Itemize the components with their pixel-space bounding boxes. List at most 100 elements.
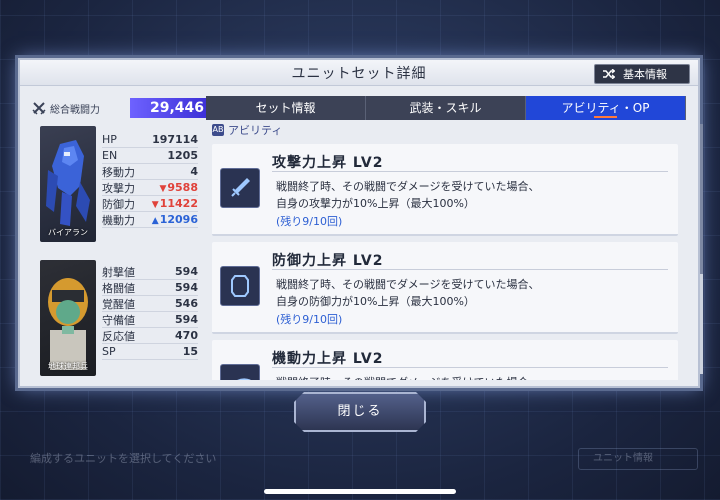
ability-description: 戦闘終了時、その戦闘でダメージを受けていた場合、	[276, 278, 540, 291]
pilot-stats: 射撃値 594 格闘値 594 覚醒値 546 守備値 594 反応値 470 SP 15	[102, 264, 198, 360]
ability-card[interactable]: 攻撃力上昇 LV2 戦闘終了時、その戦闘でダメージを受けていた場合、 自身の攻撃力が…	[212, 144, 678, 236]
unit-stat-label: EN	[102, 149, 118, 162]
ability-list[interactable]: AB アビリティ 攻撃力上昇 LV2 戦闘終了時、その戦闘でダメージを受けていた場…	[212, 122, 688, 380]
mobility-icon	[220, 364, 260, 380]
pilot-stat-number: 546	[175, 297, 198, 310]
ability-remaining-uses: (残り9/10回)	[276, 215, 343, 228]
pilot-stat-number: 594	[175, 265, 198, 278]
pilot-stat-label: SP	[102, 345, 116, 358]
unit-stat-number: 197114	[152, 133, 198, 146]
tab-2[interactable]: アビリティ・OP	[526, 96, 686, 120]
pilot-stat-row: 覚醒値 546	[102, 296, 198, 312]
unit-stat-row: 攻撃力 ▼9588	[102, 180, 198, 196]
total-power-label: 総合戦闘力	[50, 104, 100, 116]
unit-stats: HP 197114 EN 1205 移動力 4 攻撃力 ▼9588 防御力 ▼11422 機動力 ▲1…	[102, 132, 198, 228]
pilot-stat-value: 594	[175, 265, 198, 278]
sword-icon	[220, 168, 260, 208]
pilot-stat-value: 594	[175, 281, 198, 294]
background-hint: 編成するユニットを選択してください	[30, 452, 217, 465]
unit-stat-row: HP 197114	[102, 132, 198, 148]
tab-1[interactable]: 武装・スキル	[366, 96, 526, 120]
ability-remaining-uses: (残り9/10回)	[276, 313, 343, 326]
pilot-stat-label: 格闘値	[102, 281, 135, 295]
scroll-thumb[interactable]	[700, 124, 703, 274]
pilot-stat-value: 15	[183, 345, 198, 358]
unit-stat-row: EN 1205	[102, 148, 198, 164]
ability-description: 自身の防御力が10%上昇（最大100%）	[276, 295, 475, 308]
ability-description: 自身の攻撃力が10%上昇（最大100%）	[276, 197, 475, 210]
unit-stat-number: 11422	[159, 197, 198, 210]
unit-stat-label: 移動力	[102, 165, 135, 179]
unit-stat-label: 攻撃力	[102, 181, 135, 195]
pilot-stat-number: 15	[182, 345, 198, 358]
ability-description: 戦闘終了時、その戦闘でダメージを受けていた場合、	[276, 374, 539, 380]
unit-stat-value: 1205	[167, 149, 198, 162]
ability-section-header: AB アビリティ	[212, 122, 688, 138]
unit-stat-row: 防御力 ▼11422	[102, 196, 198, 212]
pilot-name: 地球連邦兵	[48, 362, 88, 371]
tab-0[interactable]: セット情報	[206, 96, 366, 120]
pilot-stat-row: 格闘値 594	[102, 280, 198, 296]
unit-stat-number: 12096	[159, 213, 198, 226]
pilot-stat-label: 覚醒値	[102, 297, 135, 311]
ability-card[interactable]: 機動力上昇 LV2 戦闘終了時、その戦闘でダメージを受けていた場合、	[212, 340, 678, 380]
pilot-stat-value: 594	[175, 313, 198, 326]
crossed-swords-icon	[32, 102, 46, 115]
unit-stat-value: ▲12096	[152, 213, 198, 226]
divider	[272, 367, 668, 368]
ability-section-icon: AB	[212, 124, 224, 136]
ability-card[interactable]: 防御力上昇 LV2 戦闘終了時、その戦闘でダメージを受けていた場合、 自身の防御力が…	[212, 242, 678, 334]
unit-stat-value: 197114	[152, 133, 198, 146]
unit-stat-label: 防御力	[102, 197, 135, 211]
ability-name: 機動力上昇 LV2	[272, 351, 384, 367]
basic-info-label: 基本情報	[623, 67, 667, 81]
divider	[272, 269, 668, 270]
ability-description: 戦闘終了時、その戦闘でダメージを受けていた場合、	[276, 180, 540, 193]
home-indicator[interactable]	[264, 489, 456, 494]
pilot-stat-row: 守備値 594	[102, 312, 198, 328]
unit-stat-value: 4	[190, 165, 198, 178]
shuffle-icon	[603, 69, 615, 79]
unit-stat-number: 1205	[167, 149, 198, 162]
pilot-stat-row: 反応値 470	[102, 328, 198, 344]
close-button[interactable]: 閉じる	[294, 392, 426, 432]
arrow-down-icon: ▼	[151, 200, 159, 210]
pilot-stat-number: 470	[175, 329, 198, 342]
unit-portrait[interactable]: バイアラン	[40, 126, 96, 242]
pilot-portrait[interactable]: 地球連邦兵	[40, 260, 96, 376]
pilot-stat-number: 594	[175, 281, 198, 294]
pilot-stat-label: 射撃値	[102, 265, 135, 279]
ability-section-label: アビリティ	[228, 124, 283, 137]
unit-stat-number: 9588	[167, 181, 198, 194]
pilot-stat-number: 594	[175, 313, 198, 326]
unit-stat-value: ▼9588	[159, 181, 198, 194]
shield-icon	[220, 266, 260, 306]
unit-stat-label: 機動力	[102, 213, 135, 227]
pilot-stat-row: SP 15	[102, 344, 198, 360]
total-power-value: 29,446	[130, 98, 208, 118]
modal-header: ユニットセット詳細 基本情報	[20, 60, 698, 86]
divider	[272, 171, 668, 172]
ability-name: 攻撃力上昇 LV2	[272, 155, 384, 171]
tab-bar: セット情報 武装・スキル アビリティ・OP	[206, 96, 686, 120]
pilot-stat-value: 546	[175, 297, 198, 310]
ability-scrollbar[interactable]	[700, 124, 703, 374]
background-unit-info-button: ユニット情報	[578, 448, 698, 470]
unit-stat-value: ▼11422	[152, 197, 198, 210]
unit-stat-label: HP	[102, 133, 117, 146]
mech-illustration	[46, 140, 90, 226]
pilot-stat-value: 470	[175, 329, 198, 342]
pilot-stat-label: 反応値	[102, 329, 135, 343]
unit-stat-row: 機動力 ▲12096	[102, 212, 198, 228]
basic-info-button[interactable]: 基本情報	[594, 64, 690, 84]
unit-set-detail-modal: ユニットセット詳細 基本情報 総合戦闘力 29,446 バイアラン HP197	[18, 58, 703, 388]
unit-name: バイアラン	[48, 228, 88, 237]
arrow-up-icon: ▲	[151, 216, 159, 226]
pilot-stat-label: 守備値	[102, 313, 135, 327]
pilot-illustration	[48, 278, 88, 370]
unit-stat-number: 4	[190, 165, 198, 178]
pilot-stat-row: 射撃値 594	[102, 264, 198, 280]
unit-stat-row: 移動力 4	[102, 164, 198, 180]
total-power: 総合戦闘力 29,446	[32, 98, 208, 118]
ability-name: 防御力上昇 LV2	[272, 253, 384, 269]
